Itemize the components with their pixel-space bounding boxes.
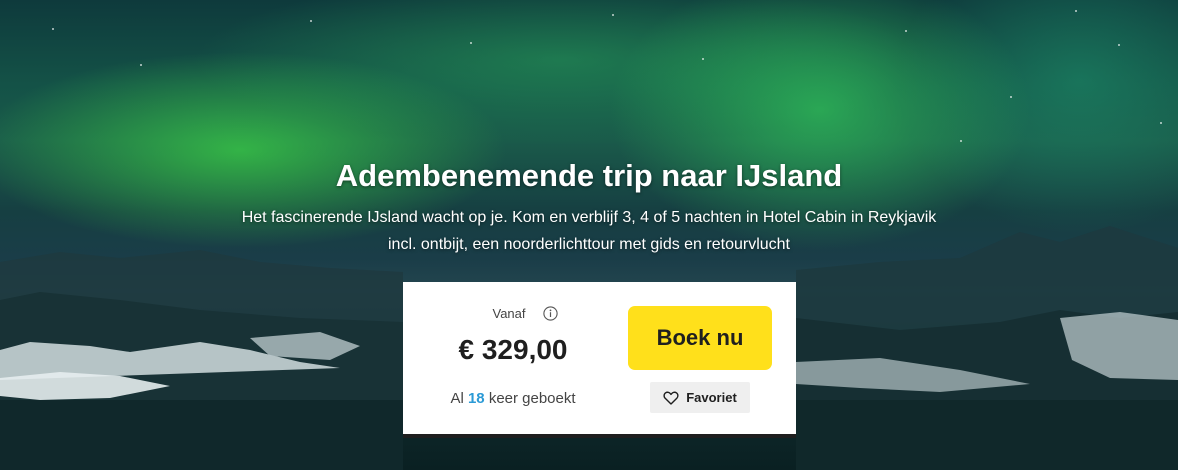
price-section: Vanaf € 329,00 Al 18 keer geboekt <box>403 282 623 434</box>
booked-count-text: Al 18 keer geboekt <box>403 390 623 407</box>
page-subtitle: Het fascinerende IJsland wacht op je. Ko… <box>241 209 937 253</box>
from-label: Vanaf <box>492 306 526 321</box>
offer-card: Vanaf € 329,00 Al 18 keer geboekt Boek n… <box>403 282 796 438</box>
book-now-button[interactable]: Boek nu <box>628 306 772 370</box>
favorite-button[interactable]: Favoriet <box>650 382 750 413</box>
booked-suffix: keer geboekt <box>488 390 576 407</box>
heart-icon <box>663 391 679 405</box>
info-icon[interactable] <box>542 306 558 321</box>
price-value: € 329,00 <box>458 334 568 365</box>
from-row: Vanaf <box>403 306 623 321</box>
booked-prefix: Al <box>450 390 464 407</box>
booked-count: 18 <box>467 390 485 407</box>
page-title: Adembenemende trip naar IJsland <box>335 158 843 193</box>
favorite-label: Favoriet <box>686 390 737 405</box>
